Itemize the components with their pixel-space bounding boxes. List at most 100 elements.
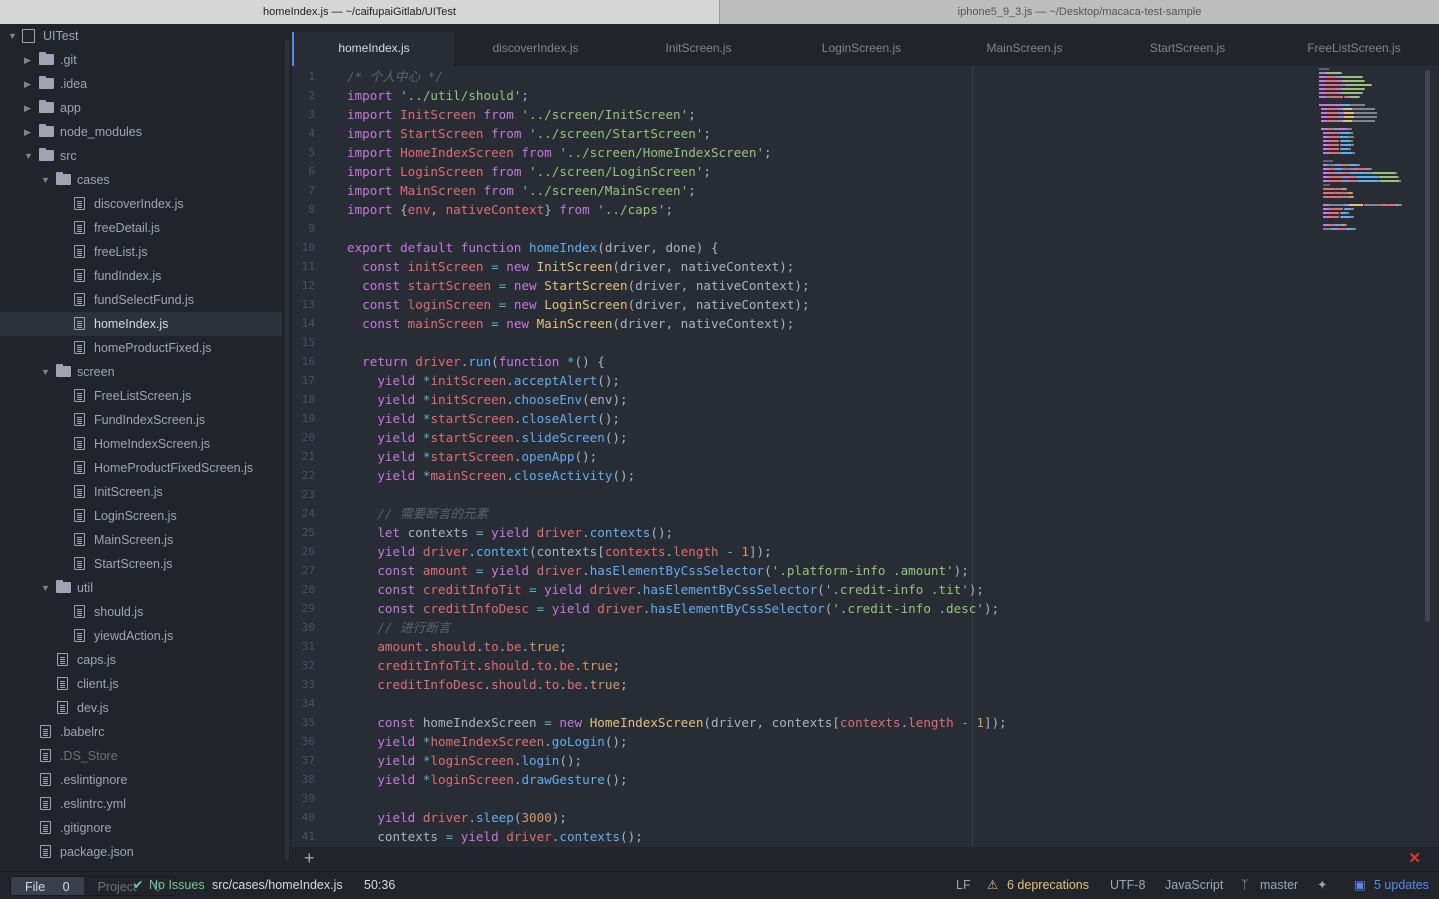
grammar[interactable]: JavaScript bbox=[1165, 872, 1223, 899]
pin-icon[interactable]: ✦ bbox=[1317, 872, 1327, 899]
tree-folder[interactable]: ▶ .git bbox=[0, 48, 282, 72]
tree-root[interactable]: ▼ UITest bbox=[0, 24, 282, 48]
tab-freelistscreen[interactable]: FreeListScreen.js bbox=[1269, 32, 1439, 66]
code-line[interactable]: /* 个人中心 */ bbox=[347, 67, 443, 86]
code-line[interactable]: const creditInfoTit = yield driver.hasEl… bbox=[347, 580, 984, 599]
tab-discoverindex[interactable]: discoverIndex.js bbox=[454, 32, 617, 66]
code-line[interactable]: const amount = yield driver.hasElementBy… bbox=[347, 561, 968, 580]
tree-file[interactable]: fundSelectFund.js bbox=[0, 288, 282, 312]
tree-folder[interactable]: ▼ util bbox=[0, 576, 282, 600]
tree-scrollbar[interactable] bbox=[285, 40, 289, 860]
tree-file[interactable]: LoginScreen.js bbox=[0, 504, 282, 528]
tree-file[interactable]: caps.js bbox=[0, 648, 282, 672]
code-line[interactable]: import MainScreen from '../screen/MainSc… bbox=[347, 181, 696, 200]
code-line[interactable]: yield *loginScreen.login(); bbox=[347, 751, 582, 770]
code-line[interactable]: const creditInfoDesc = yield driver.hasE… bbox=[347, 599, 999, 618]
tab-initscreen[interactable]: InitScreen.js bbox=[617, 32, 780, 66]
code-line[interactable]: yield *startScreen.slideScreen(); bbox=[347, 428, 627, 447]
chevron-right-icon[interactable]: ▶ bbox=[24, 48, 34, 72]
tree-file[interactable]: homeProductFixed.js bbox=[0, 336, 282, 360]
code-line[interactable]: yield *initScreen.chooseEnv(env); bbox=[347, 390, 627, 409]
code-line[interactable]: yield *loginScreen.drawGesture(); bbox=[347, 770, 627, 789]
deprecations-count[interactable]: 6 deprecations bbox=[1007, 872, 1089, 899]
code-line[interactable]: const startScreen = new StartScreen(driv… bbox=[347, 276, 809, 295]
linter-file-tab[interactable]: File 0 bbox=[11, 877, 84, 895]
code-line[interactable]: let contexts = yield driver.contexts(); bbox=[347, 523, 673, 542]
tree-file[interactable]: .eslintrc.yml bbox=[0, 792, 282, 816]
code-line[interactable]: import {env, nativeContext} from '../cap… bbox=[347, 200, 673, 219]
tree-folder[interactable]: ▶ app bbox=[0, 96, 282, 120]
code-line[interactable]: // 进行断言 bbox=[347, 618, 450, 637]
code-line[interactable]: amount.should.to.be.true; bbox=[347, 637, 567, 656]
tree-file[interactable]: .eslintignore bbox=[0, 768, 282, 792]
chevron-right-icon[interactable]: ▶ bbox=[24, 96, 34, 120]
code-line[interactable]: import LoginScreen from '../screen/Login… bbox=[347, 162, 711, 181]
tree-file[interactable]: discoverIndex.js bbox=[0, 192, 282, 216]
tree-file[interactable]: freeList.js bbox=[0, 240, 282, 264]
code-line[interactable]: creditInfoDesc.should.to.be.true; bbox=[347, 675, 627, 694]
linter-status[interactable]: No Issues bbox=[149, 872, 205, 899]
close-icon[interactable]: ✕ bbox=[1408, 849, 1421, 869]
window-tab-active[interactable]: homeIndex.js — ~/caifupaiGitlab/UITest bbox=[0, 0, 720, 24]
tree-folder[interactable]: ▶ node_modules bbox=[0, 120, 282, 144]
code-line[interactable]: const loginScreen = new LoginScreen(driv… bbox=[347, 295, 809, 314]
editor-scrollbar[interactable] bbox=[1425, 70, 1430, 622]
tree-file[interactable]: freeDetail.js bbox=[0, 216, 282, 240]
tab-startscreen[interactable]: StartScreen.js bbox=[1106, 32, 1269, 66]
code-line[interactable]: yield *mainScreen.closeActivity(); bbox=[347, 466, 635, 485]
code-line[interactable]: const initScreen = new InitScreen(driver… bbox=[347, 257, 794, 276]
tree-file[interactable]: FundIndexScreen.js bbox=[0, 408, 282, 432]
code-line[interactable]: yield driver.context(contexts[contexts.l… bbox=[347, 542, 771, 561]
file-path[interactable]: src/cases/homeIndex.js bbox=[212, 872, 343, 899]
chevron-right-icon[interactable]: ▶ bbox=[24, 120, 34, 144]
code-line[interactable]: export default function homeIndex(driver… bbox=[347, 238, 719, 257]
tree-file[interactable]: StartScreen.js bbox=[0, 552, 282, 576]
tree-file[interactable]: yiewdAction.js bbox=[0, 624, 282, 648]
tree-file[interactable]: homeIndex.js bbox=[0, 312, 282, 336]
window-tab-inactive[interactable]: iphone5_9_3.js — ~/Desktop/macaca-test-s… bbox=[720, 0, 1439, 24]
code-line[interactable]: contexts = yield driver.contexts(); bbox=[347, 827, 642, 846]
code-line[interactable]: yield *initScreen.acceptAlert(); bbox=[347, 371, 620, 390]
tree-file[interactable]: .gitignore bbox=[0, 816, 282, 840]
chevron-down-icon[interactable]: ▼ bbox=[41, 576, 51, 600]
tree-folder[interactable]: ▶ .idea bbox=[0, 72, 282, 96]
code-content[interactable]: /* 个人中心 */import '../util/should'; import… bbox=[347, 66, 1347, 847]
tree-file[interactable]: client.js bbox=[0, 672, 282, 696]
code-line[interactable]: const mainScreen = new MainScreen(driver… bbox=[347, 314, 794, 333]
code-line[interactable]: creditInfoTit.should.to.be.true; bbox=[347, 656, 620, 675]
chevron-down-icon[interactable]: ▼ bbox=[24, 144, 34, 168]
updates-count[interactable]: 5 updates bbox=[1374, 872, 1429, 899]
code-line[interactable]: yield *homeIndexScreen.goLogin(); bbox=[347, 732, 627, 751]
code-line[interactable]: import InitScreen from '../screen/InitSc… bbox=[347, 105, 696, 124]
tree-file[interactable]: fundIndex.js bbox=[0, 264, 282, 288]
tree-file[interactable]: FreeListScreen.js bbox=[0, 384, 282, 408]
code-line[interactable]: import StartScreen from '../screen/Start… bbox=[347, 124, 711, 143]
tree-folder[interactable]: ▼ src bbox=[0, 144, 282, 168]
line-ending[interactable]: LF bbox=[956, 872, 971, 899]
code-editor[interactable]: 1 2 3 4 5 6 7 8 9 10 11 12 13 14 15 16 17 18 19 20 21 22 23 24 2… bbox=[292, 66, 1439, 847]
plus-icon[interactable]: + bbox=[304, 847, 315, 869]
tab-mainscreen[interactable]: MainScreen.js bbox=[943, 32, 1106, 66]
encoding[interactable]: UTF-8 bbox=[1110, 872, 1145, 899]
code-line[interactable]: yield *startScreen.closeAlert(); bbox=[347, 409, 620, 428]
tree-file[interactable]: should.js bbox=[0, 600, 282, 624]
code-line[interactable]: const homeIndexScreen = new HomeIndexScr… bbox=[347, 713, 1006, 732]
chevron-right-icon[interactable]: ▶ bbox=[24, 72, 34, 96]
tab-homeindex[interactable]: homeIndex.js bbox=[292, 32, 454, 66]
code-line[interactable]: import '../util/should'; bbox=[347, 86, 529, 105]
tree-file[interactable]: .babelrc bbox=[0, 720, 282, 744]
tree-file[interactable]: HomeProductFixedScreen.js bbox=[0, 456, 282, 480]
tree-folder[interactable]: ▼ cases bbox=[0, 168, 282, 192]
code-line[interactable]: return driver.run(function *() { bbox=[347, 352, 605, 371]
minimap[interactable] bbox=[1319, 66, 1423, 236]
code-line[interactable]: yield *startScreen.openApp(); bbox=[347, 447, 597, 466]
chevron-down-icon[interactable]: ▼ bbox=[41, 360, 51, 384]
git-branch[interactable]: master bbox=[1260, 872, 1298, 899]
tree-file[interactable]: package.json bbox=[0, 840, 282, 864]
chevron-down-icon[interactable]: ▼ bbox=[41, 168, 51, 192]
tree-file[interactable]: .DS_Store bbox=[0, 744, 282, 768]
code-line[interactable]: yield driver.sleep(3000); bbox=[347, 808, 567, 827]
code-line[interactable]: // 需要断言的元素 bbox=[347, 504, 488, 523]
tree-folder[interactable]: ▼ screen bbox=[0, 360, 282, 384]
tab-loginscreen[interactable]: LoginScreen.js bbox=[780, 32, 943, 66]
